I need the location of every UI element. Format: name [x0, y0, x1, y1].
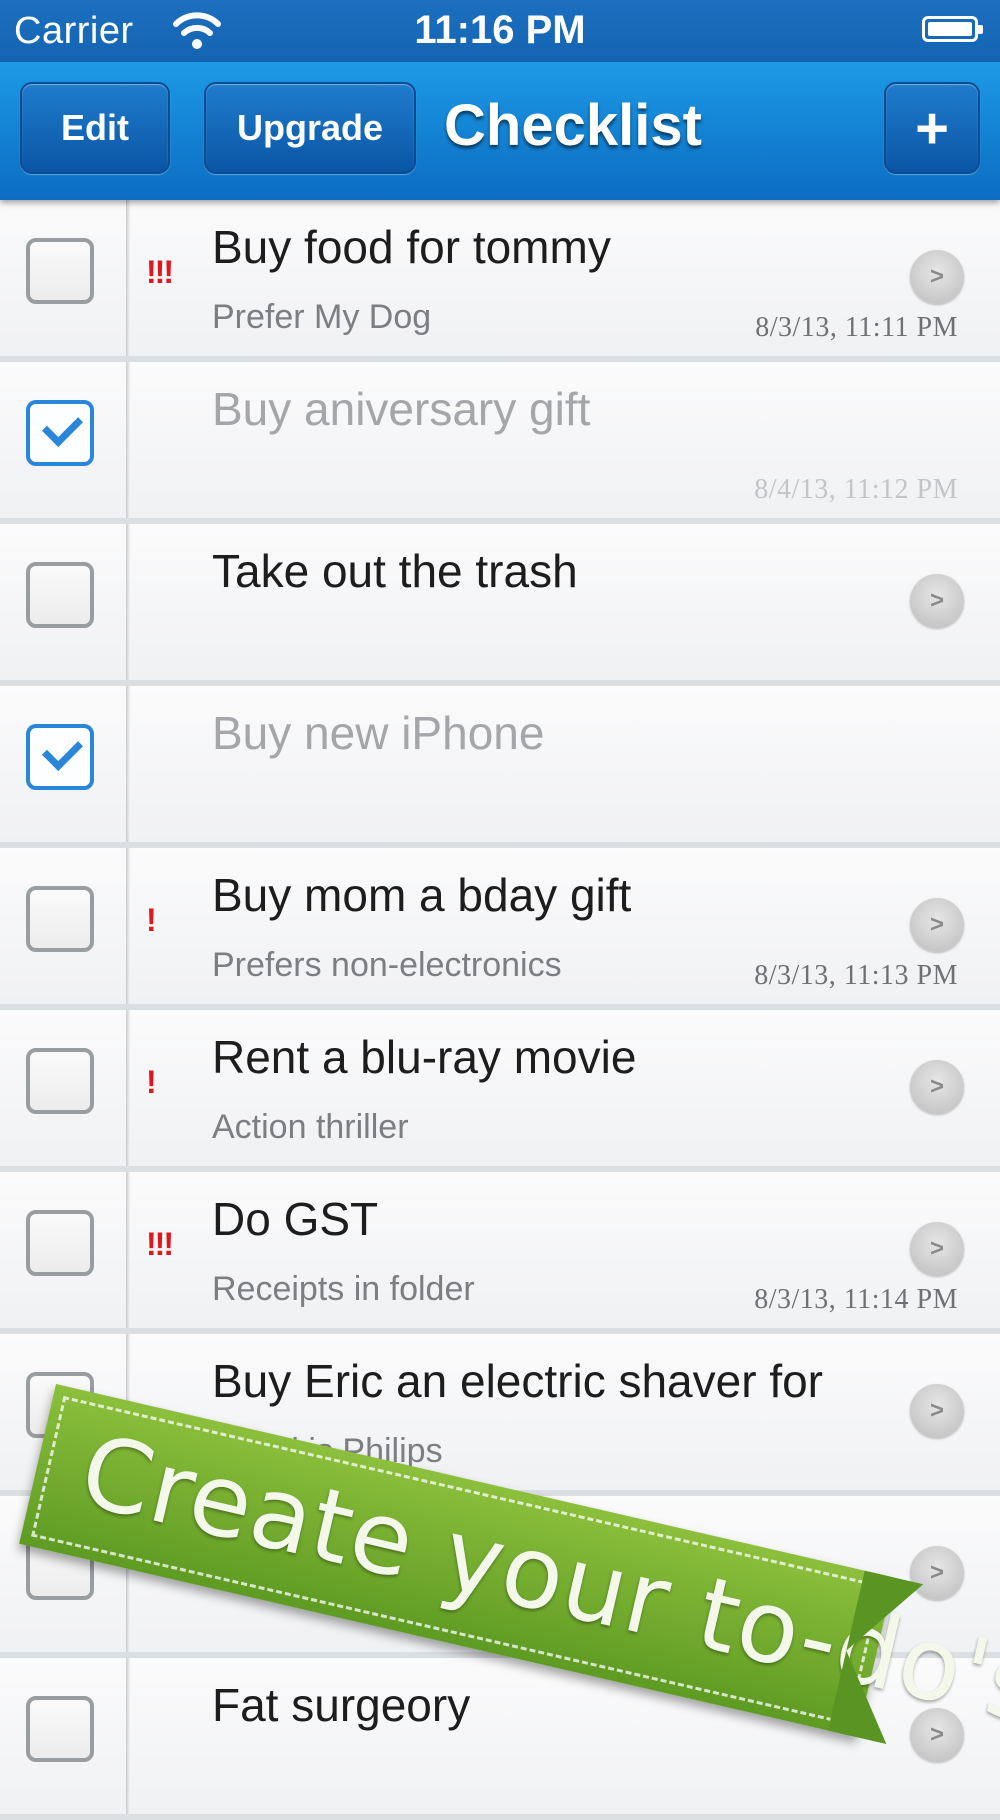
item-checkbox[interactable]: [26, 1210, 94, 1276]
item-checkbox[interactable]: [26, 886, 94, 952]
row-divider: [126, 848, 130, 1004]
list-item[interactable]: !!! Do GST Receipts in folder 8/3/13, 11:14…: [0, 1172, 1000, 1334]
item-title: Take out the trash: [212, 545, 578, 597]
item-checkbox[interactable]: [26, 400, 94, 466]
nav-bar: Edit Upgrade Checklist +: [0, 62, 1000, 200]
row-divider: [126, 200, 130, 356]
priority-indicator: !: [146, 902, 157, 938]
disclosure-icon[interactable]: >: [910, 898, 964, 952]
disclosure-icon[interactable]: >: [910, 1060, 964, 1114]
item-title: Rent a blu-ray movie: [212, 1031, 637, 1083]
list-item[interactable]: Buy new iPhone: [0, 686, 1000, 848]
item-checkbox[interactable]: [26, 1696, 94, 1762]
item-title: Fat surgeory: [212, 1679, 471, 1731]
item-title: Buy mom a bday gift: [212, 869, 632, 921]
item-title: Do GST: [212, 1193, 379, 1245]
row-divider: [126, 524, 130, 680]
priority-indicator: !: [146, 1064, 157, 1100]
item-checkbox[interactable]: [26, 724, 94, 790]
list-item[interactable]: Take out the trash >: [0, 524, 1000, 686]
list-item[interactable]: !!! Buy food for tommy Prefer My Dog 8/3/13…: [0, 200, 1000, 362]
add-item-button[interactable]: +: [884, 82, 980, 174]
item-checkbox[interactable]: [26, 1048, 94, 1114]
item-title: Buy aniversary gift: [212, 383, 591, 435]
status-bar: Carrier 11:16 PM: [0, 0, 1000, 62]
priority-indicator: !!!: [146, 1226, 174, 1262]
row-divider: [126, 1172, 130, 1328]
item-date: 8/3/13, 11:13 PM: [754, 960, 958, 991]
item-date: 8/4/13, 11:12 PM: [754, 474, 958, 505]
priority-indicator: !!!: [146, 254, 174, 290]
item-note: Prefers non-electronics: [212, 946, 562, 984]
disclosure-icon[interactable]: >: [910, 250, 964, 304]
disclosure-icon[interactable]: >: [910, 1384, 964, 1438]
edit-button[interactable]: Edit: [20, 82, 170, 174]
item-note: Receipts in folder: [212, 1270, 475, 1308]
item-checkbox[interactable]: [26, 238, 94, 304]
battery-icon: [922, 16, 983, 42]
checkmark-icon: [41, 405, 84, 448]
disclosure-icon[interactable]: >: [910, 574, 964, 628]
list-item[interactable]: ! Rent a blu-ray movie Action thriller >: [0, 1010, 1000, 1172]
checkmark-icon: [41, 729, 84, 772]
list-item[interactable]: ! Buy mom a bday gift Prefers non-electron…: [0, 848, 1000, 1010]
item-title: Buy new iPhone: [212, 707, 545, 759]
row-divider: [126, 362, 130, 518]
disclosure-icon[interactable]: >: [910, 1222, 964, 1276]
item-date: 8/3/13, 11:11 PM: [755, 312, 958, 343]
item-note: Action thriller: [212, 1108, 409, 1146]
list-item[interactable]: Buy aniversary gift 8/4/13, 11:12 PM: [0, 362, 1000, 524]
row-divider: [126, 1658, 130, 1814]
item-note: Prefer My Dog: [212, 298, 432, 336]
upgrade-button[interactable]: Upgrade: [204, 82, 416, 174]
item-date: 8/3/13, 11:14 PM: [754, 1284, 958, 1315]
clock: 11:16 PM: [414, 8, 586, 52]
item-checkbox[interactable]: [26, 562, 94, 628]
row-divider: [126, 686, 130, 842]
item-title: Buy Eric an electric shaver for: [212, 1355, 824, 1407]
page-title: Checklist: [444, 93, 702, 158]
row-divider: [126, 1010, 130, 1166]
item-title: Buy food for tommy: [212, 221, 611, 273]
